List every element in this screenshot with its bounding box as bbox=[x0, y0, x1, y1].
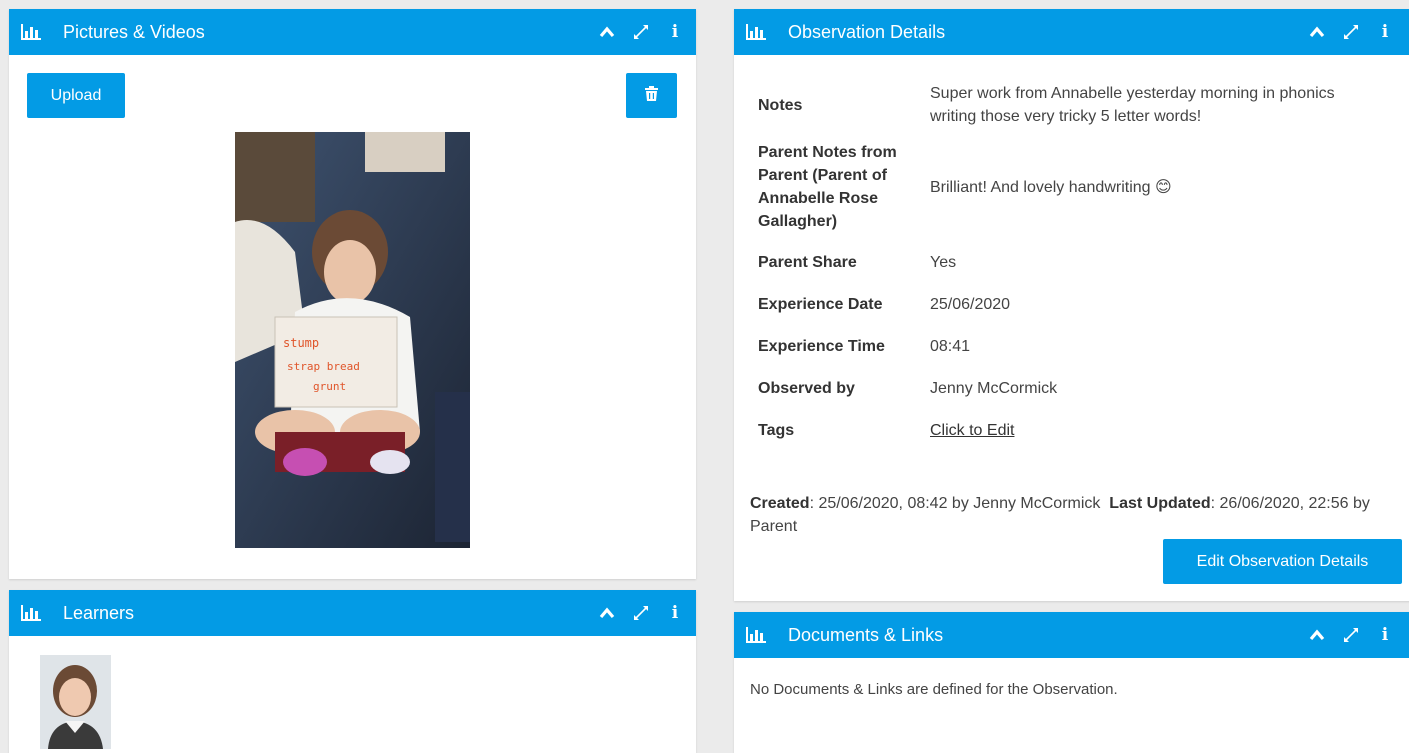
expand-icon[interactable] bbox=[630, 21, 652, 43]
info-icon[interactable]: i bbox=[664, 602, 686, 624]
detail-label: Experience Date bbox=[758, 295, 883, 313]
detail-label: Observed by bbox=[758, 379, 855, 397]
bar-chart-icon bbox=[21, 24, 41, 40]
panel-title: Pictures & Videos bbox=[63, 21, 205, 42]
svg-text:stump: stump bbox=[283, 336, 319, 350]
detail-row-parent-share: Parent Share Yes bbox=[758, 241, 1408, 283]
detail-value: Super work from Annabelle yesterday morn… bbox=[930, 85, 1335, 125]
bar-chart-icon bbox=[21, 605, 41, 621]
detail-label: Parent Share bbox=[758, 253, 857, 271]
bar-chart-icon bbox=[746, 627, 766, 643]
info-icon[interactable]: i bbox=[1374, 21, 1396, 43]
detail-value: 08:41 bbox=[930, 337, 971, 355]
observation-details-header: Observation Details i bbox=[734, 9, 1409, 55]
detail-label: Parent Notes from Parent (Parent of Anna… bbox=[758, 144, 897, 230]
detail-label: Notes bbox=[758, 96, 803, 114]
created-value: : 25/06/2020, 08:42 by Jenny McCormick bbox=[809, 495, 1101, 512]
chevron-up-icon[interactable] bbox=[596, 602, 618, 624]
learner-avatar[interactable] bbox=[40, 655, 111, 749]
edit-observation-details-button[interactable]: Edit Observation Details bbox=[1163, 539, 1402, 584]
chevron-up-icon[interactable] bbox=[1306, 624, 1328, 646]
last-updated-label: Last Updated bbox=[1109, 495, 1211, 512]
detail-row-tags: Tags Click to Edit bbox=[758, 409, 1408, 451]
details-table: Notes Super work from Annabelle yesterda… bbox=[758, 81, 1408, 451]
svg-text:grunt: grunt bbox=[313, 380, 346, 393]
documents-links-panel: Documents & Links i No Documents & Links… bbox=[734, 612, 1409, 753]
chevron-up-icon[interactable] bbox=[596, 21, 618, 43]
panel-title: Documents & Links bbox=[788, 624, 944, 645]
detail-value: Click to Edit bbox=[930, 419, 1408, 442]
trash-icon bbox=[645, 85, 658, 106]
chevron-up-icon[interactable] bbox=[1306, 21, 1328, 43]
info-icon[interactable]: i bbox=[664, 21, 686, 43]
detail-row-observed-by: Observed by Jenny McCormick bbox=[758, 367, 1408, 409]
svg-text:strap bread: strap bread bbox=[287, 360, 360, 373]
detail-row-experience-time: Experience Time 08:41 bbox=[758, 325, 1408, 367]
panel-title: Learners bbox=[63, 602, 135, 623]
detail-value: Jenny McCormick bbox=[930, 379, 1058, 397]
bar-chart-icon bbox=[746, 24, 766, 40]
detail-value: Yes bbox=[930, 253, 957, 271]
detail-label: Tags bbox=[758, 421, 795, 439]
pictures-videos-panel: Pictures & Videos i Upload stump strap b… bbox=[9, 9, 696, 579]
expand-icon[interactable] bbox=[630, 602, 652, 624]
upload-button[interactable]: Upload bbox=[27, 73, 125, 118]
delete-button[interactable] bbox=[626, 73, 677, 118]
expand-icon[interactable] bbox=[1340, 624, 1362, 646]
detail-row-notes: Notes Super work from Annabelle yesterda… bbox=[758, 81, 1408, 129]
observation-photo[interactable]: stump strap bread grunt bbox=[235, 132, 470, 548]
detail-value: 25/06/2020 bbox=[930, 295, 1011, 313]
learners-panel: Learners i bbox=[9, 590, 696, 753]
documents-links-header: Documents & Links i bbox=[734, 612, 1409, 658]
info-icon[interactable]: i bbox=[1374, 624, 1396, 646]
learners-header: Learners i bbox=[9, 590, 696, 636]
panel-title: Observation Details bbox=[788, 21, 946, 42]
pictures-videos-header: Pictures & Videos i bbox=[9, 9, 696, 55]
created-label: Created bbox=[750, 495, 810, 512]
expand-icon[interactable] bbox=[1340, 21, 1362, 43]
detail-row-experience-date: Experience Date 25/06/2020 bbox=[758, 283, 1408, 325]
observation-meta: Created: 25/06/2020, 08:42 by Jenny McCo… bbox=[750, 492, 1409, 538]
tags-edit-link[interactable]: Click to Edit bbox=[930, 422, 1014, 439]
detail-row-parent-notes: Parent Notes from Parent (Parent of Anna… bbox=[758, 139, 1408, 235]
detail-value: Brilliant! And lovely handwriting 😊 bbox=[930, 178, 1172, 196]
detail-label: Experience Time bbox=[758, 337, 885, 355]
observation-details-panel: Observation Details i Notes Super work f… bbox=[734, 9, 1409, 601]
documents-empty-message: No Documents & Links are defined for the… bbox=[750, 681, 1118, 698]
